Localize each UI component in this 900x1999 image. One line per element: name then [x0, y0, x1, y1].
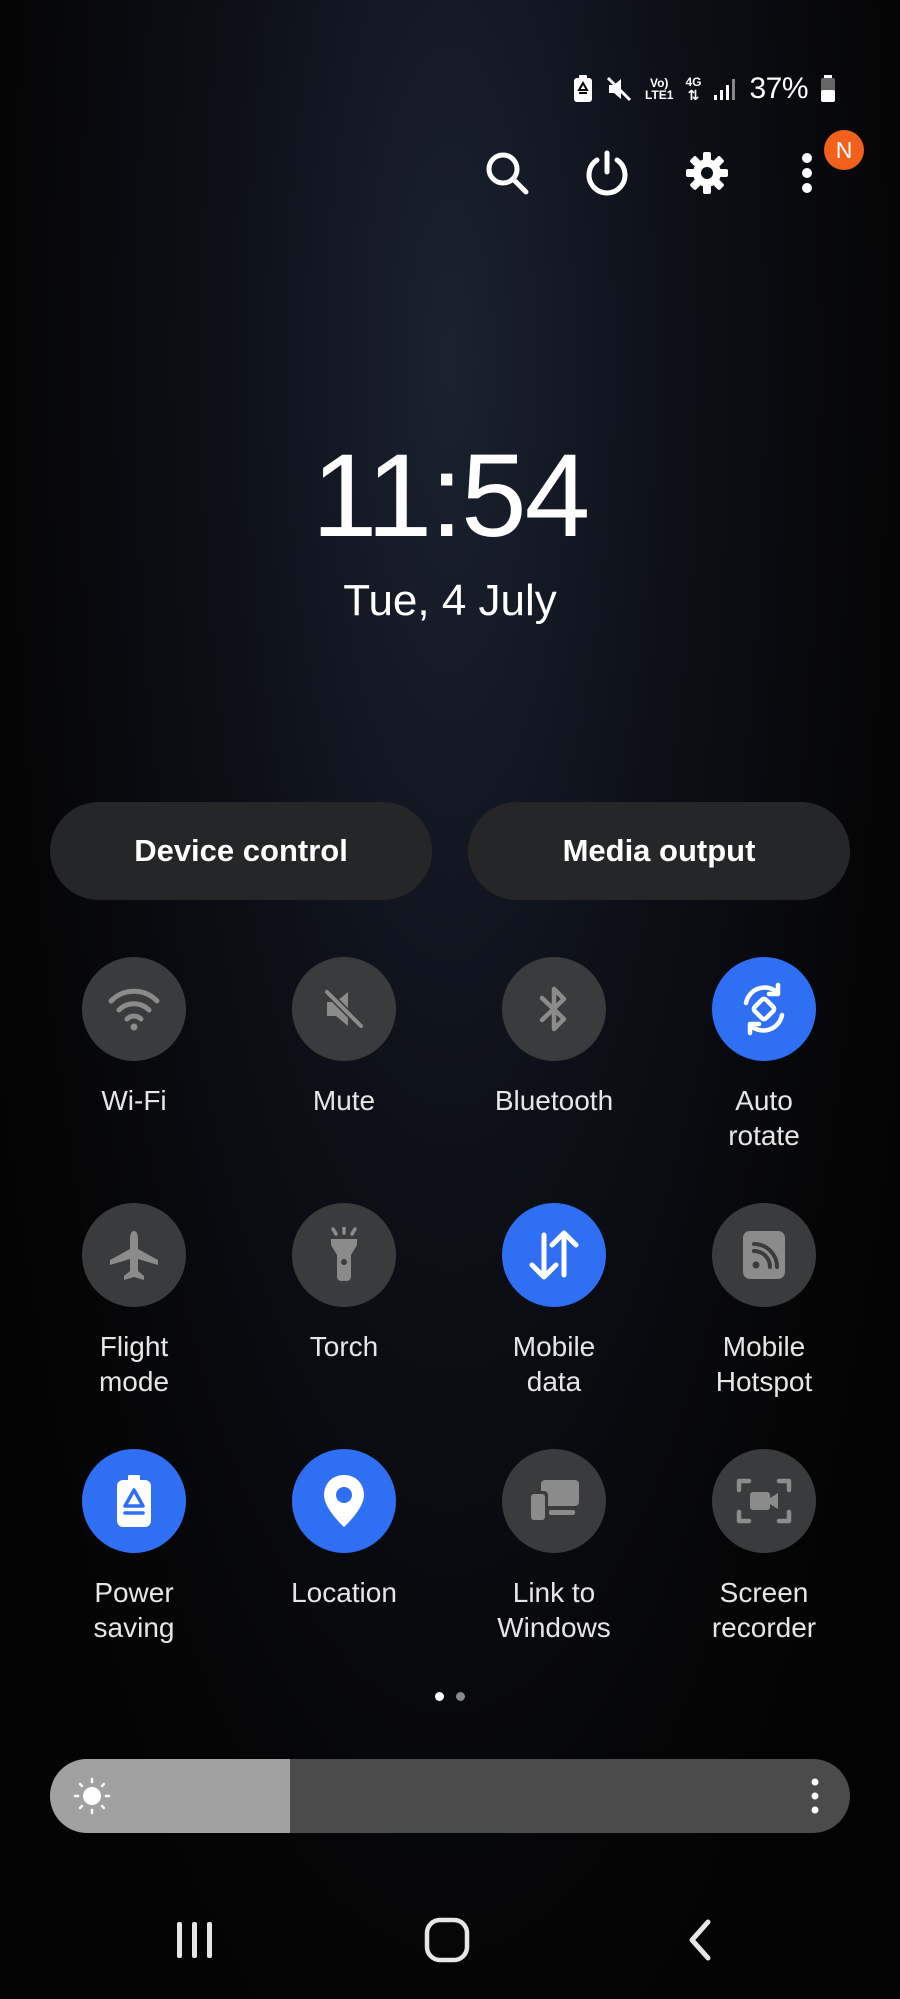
search-button[interactable]: [484, 150, 530, 196]
tile-power-saving-button[interactable]: [82, 1449, 186, 1553]
page-dot-1[interactable]: [435, 1692, 444, 1701]
auto-rotate-icon: [743, 982, 785, 1036]
clock-time[interactable]: 11:54: [0, 428, 900, 564]
settings-button[interactable]: [684, 150, 730, 196]
recents-icon: [177, 1922, 212, 1958]
tile-label: Screen recorder: [711, 1577, 817, 1643]
tile-flight-mode[interactable]: Flight mode: [29, 1203, 239, 1399]
airplane-icon: [110, 1231, 158, 1280]
back-button[interactable]: [659, 1910, 739, 1970]
tile-auto-rotate-button[interactable]: [712, 957, 816, 1061]
home-button[interactable]: [407, 1910, 487, 1970]
tile-flight-mode-button[interactable]: [82, 1203, 186, 1307]
media-output-button[interactable]: Media output: [468, 802, 850, 900]
tile-label: Link to Windows: [497, 1577, 611, 1643]
volte-icon: Vo) LTE1: [645, 77, 673, 101]
tile-label: Location: [291, 1577, 397, 1608]
tile-link-to-windows-button[interactable]: [502, 1449, 606, 1553]
4g-data-icon: 4G ⇅: [685, 75, 702, 103]
bluetooth-icon: [539, 986, 567, 1032]
lte-label: LTE1: [644, 88, 674, 102]
mobile-data-icon: [529, 1230, 579, 1280]
link-to-windows-icon: [528, 1480, 579, 1523]
mute-icon: [605, 75, 633, 103]
tile-mobile-data[interactable]: Mobile data: [449, 1203, 659, 1399]
tile-location[interactable]: Location: [239, 1449, 449, 1610]
tile-screen-recorder-button[interactable]: [712, 1449, 816, 1553]
screen-recorder-icon: [736, 1478, 792, 1524]
battery-icon: [820, 75, 836, 103]
signal-icon: [713, 77, 737, 101]
more-vert-icon: [802, 153, 812, 193]
power-saving-icon: [117, 1475, 151, 1527]
tile-label: Mobile Hotspot: [715, 1331, 813, 1397]
tile-bluetooth[interactable]: Bluetooth: [449, 957, 659, 1118]
brightness-slider[interactable]: [50, 1759, 850, 1833]
battery-saver-icon: [573, 75, 593, 103]
wifi-icon: [108, 988, 160, 1031]
tile-wifi[interactable]: Wi-Fi: [29, 957, 239, 1118]
mute-icon: [324, 989, 364, 1029]
tile-bluetooth-button[interactable]: [502, 957, 606, 1061]
tile-mobile-data-button[interactable]: [502, 1203, 606, 1307]
tile-label: Flight mode: [98, 1331, 170, 1397]
page-dot-2[interactable]: [456, 1692, 465, 1701]
tile-screen-recorder[interactable]: Screen recorder: [659, 1449, 869, 1645]
tile-power-saving[interactable]: Power saving: [29, 1449, 239, 1645]
back-icon: [689, 1919, 711, 1961]
brightness-more-icon[interactable]: [810, 1777, 820, 1815]
navigation-bar: [0, 1910, 900, 1970]
tile-wifi-button[interactable]: [82, 957, 186, 1061]
recents-button[interactable]: [155, 1910, 235, 1970]
gear-icon: [686, 152, 728, 194]
tile-mute-button[interactable]: [292, 957, 396, 1061]
tile-label: Bluetooth: [494, 1085, 614, 1116]
tile-link-to-windows[interactable]: Link to Windows: [449, 1449, 659, 1645]
tile-label: Mute: [312, 1085, 376, 1116]
tile-label: Auto rotate: [728, 1085, 800, 1151]
torch-icon: [331, 1227, 357, 1281]
search-icon: [486, 152, 529, 195]
status-bar: Vo) LTE1 4G ⇅ 37%: [573, 72, 836, 106]
tile-auto-rotate[interactable]: Auto rotate: [659, 957, 869, 1153]
brightness-sun-icon: [73, 1777, 111, 1815]
device-control-button[interactable]: Device control: [50, 802, 432, 900]
power-icon: [586, 150, 628, 196]
home-icon: [424, 1917, 470, 1963]
more-options-button[interactable]: N: [784, 130, 864, 196]
clock-date[interactable]: Tue, 4 July: [0, 576, 900, 626]
notification-badge: N: [824, 130, 864, 170]
tile-label: Power saving: [93, 1577, 175, 1643]
tile-mute[interactable]: Mute: [239, 957, 449, 1118]
location-pin-icon: [324, 1475, 364, 1527]
tile-label: Torch: [309, 1331, 379, 1362]
battery-percent: 37%: [749, 72, 808, 105]
quick-panel-actions: N: [484, 130, 864, 196]
tile-location-button[interactable]: [292, 1449, 396, 1553]
power-button[interactable]: [584, 150, 630, 196]
hotspot-icon: [743, 1231, 785, 1279]
tile-mobile-hotspot-button[interactable]: [712, 1203, 816, 1307]
page-indicator: [0, 1692, 900, 1701]
tile-label: Wi-Fi: [101, 1085, 167, 1116]
tile-label: Mobile data: [512, 1331, 596, 1397]
tile-mobile-hotspot[interactable]: Mobile Hotspot: [659, 1203, 869, 1399]
tile-torch-button[interactable]: [292, 1203, 396, 1307]
tile-torch[interactable]: Torch: [239, 1203, 449, 1364]
